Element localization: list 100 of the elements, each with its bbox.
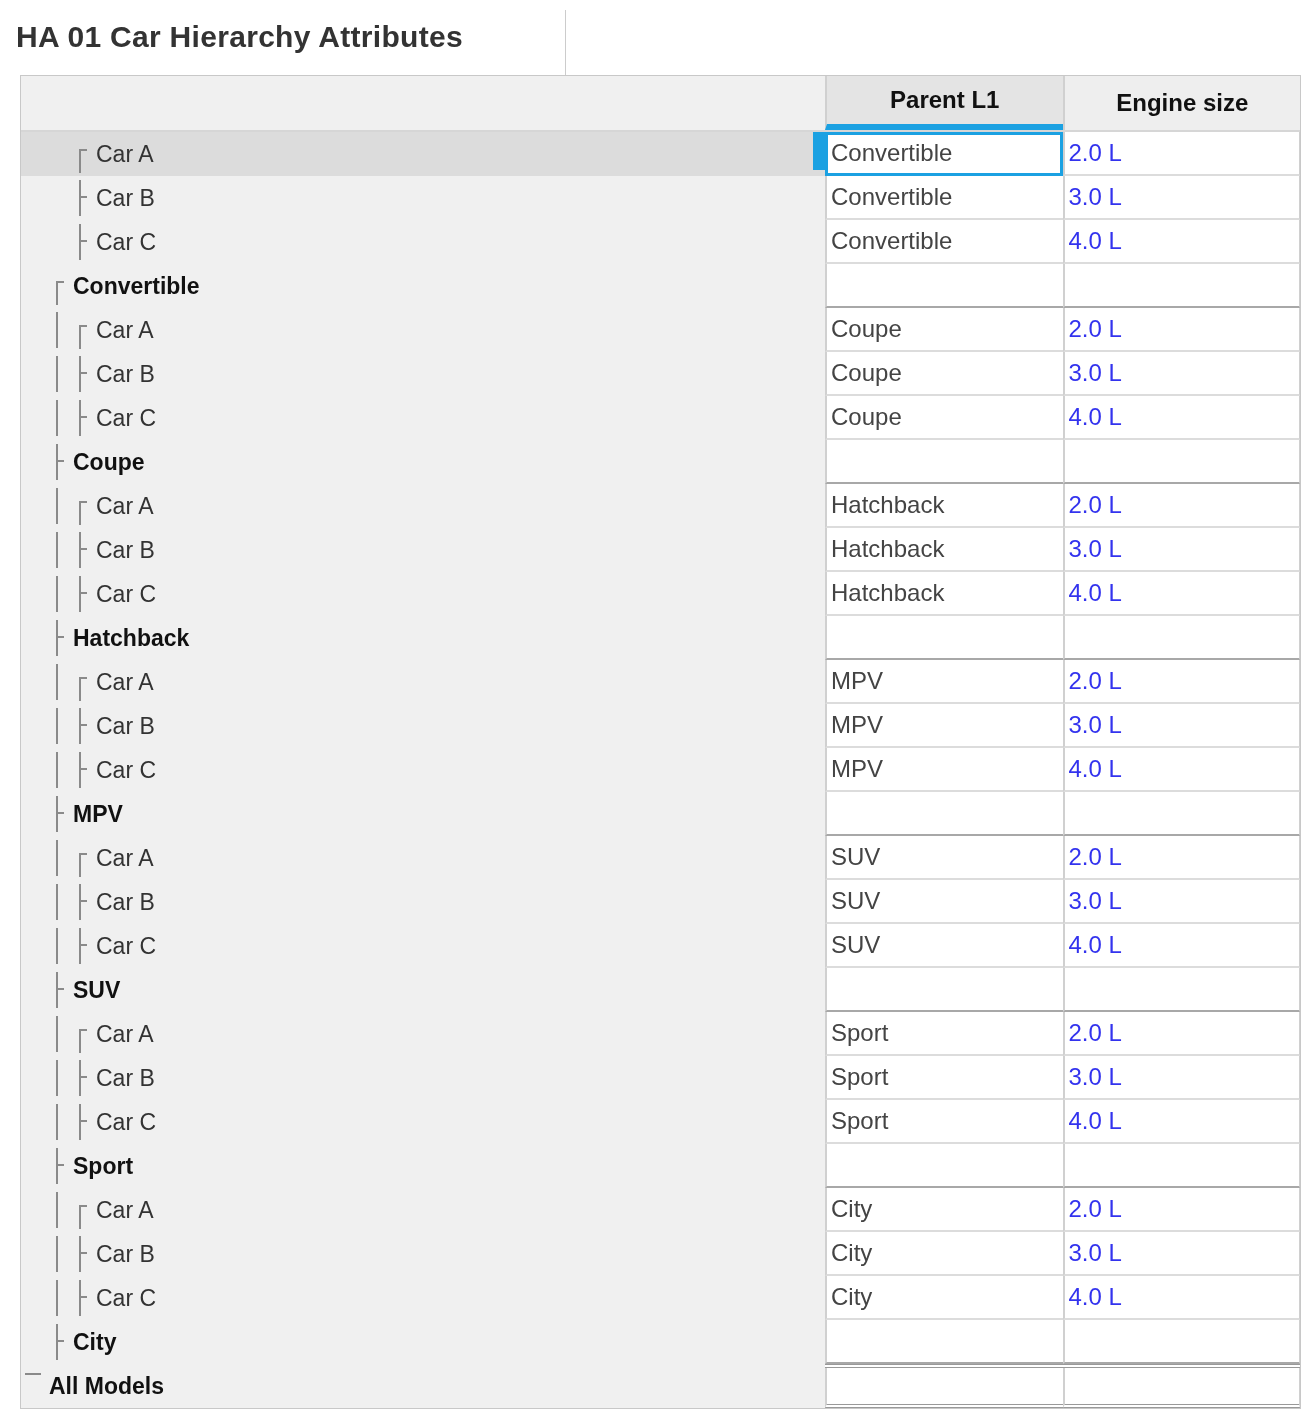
tree-row[interactable]: Car C — [21, 220, 825, 264]
column-header[interactable]: Parent L1 — [825, 76, 1063, 130]
table-cell: Hatchback — [825, 484, 1063, 528]
tree-row[interactable]: Car A — [21, 484, 825, 528]
table-cell: Convertible — [825, 132, 1063, 176]
tree-branch-icon — [79, 677, 87, 701]
tree-branch-icon — [79, 180, 87, 216]
tree-line-icon — [56, 1016, 58, 1052]
tree-branch-icon — [79, 532, 87, 568]
tree-row[interactable]: Car A — [21, 1188, 825, 1232]
tree-line-icon — [56, 664, 58, 700]
tree-row[interactable]: Car C — [21, 396, 825, 440]
table-cell: City — [825, 1232, 1063, 1276]
tree-branch-icon — [79, 1280, 87, 1316]
tree-branch-icon — [79, 1236, 87, 1272]
tree-row[interactable]: Car B — [21, 352, 825, 396]
tree-line-icon — [56, 928, 58, 964]
tree-branch-icon — [56, 972, 64, 1008]
tree-row[interactable]: Sport — [21, 1144, 825, 1188]
tree-row[interactable]: Car A — [21, 660, 825, 704]
table-cell: City — [825, 1188, 1063, 1232]
tree-row[interactable]: Car A — [21, 132, 825, 176]
tree-row[interactable]: Car C — [21, 572, 825, 616]
tree-row[interactable]: Car C — [21, 748, 825, 792]
tree-line-icon — [56, 752, 58, 788]
tree-branch-icon — [79, 752, 87, 788]
tree-row[interactable]: SUV — [21, 968, 825, 1012]
tree-branch-icon — [79, 224, 87, 260]
tree-branch-icon — [56, 620, 64, 656]
tree-branch-icon — [79, 884, 87, 920]
table-cell: 3.0 L — [1062, 528, 1300, 572]
table-cell: Sport — [825, 1012, 1063, 1056]
tree-branch-icon — [79, 576, 87, 612]
tree-line-icon — [56, 1236, 58, 1272]
table-cell: 3.0 L — [1062, 880, 1300, 924]
table-cell: 4.0 L — [1062, 1276, 1300, 1320]
tree-branch-icon — [79, 928, 87, 964]
table-cell: Coupe — [825, 396, 1063, 440]
tree-row[interactable]: Car B — [21, 1232, 825, 1276]
tree-branch-icon — [79, 1060, 87, 1096]
tree-row[interactable]: Car B — [21, 528, 825, 572]
tree-row[interactable]: Coupe — [21, 440, 825, 484]
table-cell: MPV — [825, 704, 1063, 748]
table-cell: 2.0 L — [1062, 1188, 1300, 1232]
table-cell: 3.0 L — [1062, 352, 1300, 396]
tree-branch-icon — [79, 1205, 87, 1229]
tree-row[interactable]: Hatchback — [21, 616, 825, 660]
tree-row[interactable]: Car B — [21, 880, 825, 924]
tree-branch-icon — [56, 1324, 64, 1360]
tree-branch-icon — [79, 1104, 87, 1140]
tree-line-icon — [56, 708, 58, 744]
tree-line-icon — [56, 532, 58, 568]
table-cell: 2.0 L — [1062, 1012, 1300, 1056]
tree-row[interactable]: All Models — [21, 1364, 825, 1408]
tree-row[interactable]: Car B — [21, 176, 825, 220]
tree-branch-icon — [79, 149, 87, 173]
tree-line-icon — [56, 400, 58, 436]
tree-branch-icon — [56, 444, 64, 480]
table-cell: 2.0 L — [1062, 836, 1300, 880]
panel-title: HA 01 Car Hierarchy Attributes — [16, 19, 463, 55]
table-cell: 4.0 L — [1062, 572, 1300, 616]
table-cell: Coupe — [825, 352, 1063, 396]
tree-branch-icon — [79, 325, 87, 349]
tree-row[interactable]: City — [21, 1320, 825, 1364]
table-cell: Convertible — [825, 220, 1063, 264]
selection-marker — [813, 132, 825, 170]
tree-row[interactable]: MPV — [21, 792, 825, 836]
tree-line-icon — [56, 312, 58, 348]
table-cell: 2.0 L — [1062, 660, 1300, 704]
tree-line-icon — [56, 1060, 58, 1096]
tree-line-icon — [56, 1280, 58, 1316]
table-cell: 4.0 L — [1062, 396, 1300, 440]
table-cell: 3.0 L — [1062, 176, 1300, 220]
table-cell: Coupe — [825, 308, 1063, 352]
table-cell: MPV — [825, 660, 1063, 704]
table-cell: Hatchback — [825, 528, 1063, 572]
table-cell: 2.0 L — [1062, 308, 1300, 352]
tree-row[interactable]: Car C — [21, 924, 825, 968]
tree-line-icon — [56, 356, 58, 392]
tree-row[interactable]: Convertible — [21, 264, 825, 308]
tree-branch-icon — [56, 1148, 64, 1184]
table-cell: 2.0 L — [1062, 484, 1300, 528]
tree-row[interactable]: Car C — [21, 1276, 825, 1320]
tree-row[interactable]: Car A — [21, 308, 825, 352]
tree-branch-icon — [79, 1029, 87, 1053]
tree-line-icon — [56, 884, 58, 920]
column-header[interactable]: Engine size — [1062, 76, 1300, 130]
tree-line-icon — [56, 576, 58, 612]
table-cell: Sport — [825, 1056, 1063, 1100]
tree-branch-icon — [56, 796, 64, 832]
tree-row[interactable]: Car A — [21, 1012, 825, 1056]
table-cell: Convertible — [825, 176, 1063, 220]
tree-row[interactable]: Car B — [21, 1056, 825, 1100]
table-cell: 3.0 L — [1062, 704, 1300, 748]
tree-row[interactable]: Car C — [21, 1100, 825, 1144]
table-cell: 4.0 L — [1062, 1100, 1300, 1144]
table-cell: 3.0 L — [1062, 1056, 1300, 1100]
table-cell: 4.0 L — [1062, 220, 1300, 264]
tree-row[interactable]: Car B — [21, 704, 825, 748]
tree-row[interactable]: Car A — [21, 836, 825, 880]
